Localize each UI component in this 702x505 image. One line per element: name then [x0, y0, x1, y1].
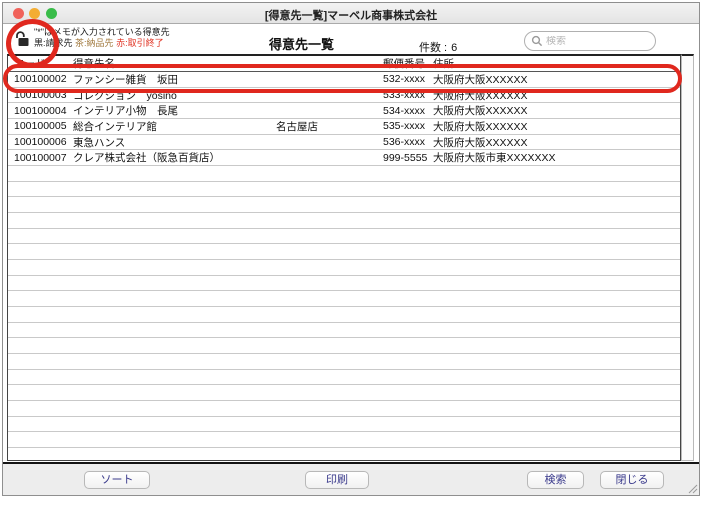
table-row-empty [8, 213, 680, 229]
annotation-row-highlight [3, 64, 682, 93]
record-count-value: 6 [451, 42, 457, 54]
sort-button[interactable]: ソート [84, 471, 150, 489]
legend-brown: 茶:納品先 [75, 38, 114, 48]
cell-code[interactable]: 100100004 [8, 105, 73, 117]
footer-bar: ソート 印刷 検索 閉じる [3, 462, 699, 495]
cell-name[interactable]: 総合インテリア館 [73, 119, 276, 134]
cell-name[interactable]: 東急ハンス [73, 135, 276, 150]
table-row-empty [8, 401, 680, 417]
search-box[interactable] [524, 31, 656, 51]
cell-postal[interactable]: 999-5555 [383, 152, 433, 164]
title-bar: [得意先一覧]マーベル商事株式会社 [3, 3, 699, 24]
table-row-empty [8, 323, 680, 339]
table-row-empty [8, 166, 680, 182]
print-button[interactable]: 印刷 [305, 471, 369, 489]
table-row-empty [8, 354, 680, 370]
cell-address[interactable]: 大阪府大阪XXXXXX [433, 119, 680, 134]
annotation-circle-lock [6, 19, 59, 68]
table-row-empty [8, 244, 680, 260]
search-button[interactable]: 検索 [527, 471, 584, 489]
close-button[interactable]: 閉じる [600, 471, 664, 489]
table-row-empty [8, 370, 680, 386]
cell-code[interactable]: 100100006 [8, 136, 73, 148]
table-row[interactable]: 100100006東急ハンス 536-xxxx大阪府大阪XXXXXX [8, 135, 680, 151]
customer-table: コード 得意先名 郵便番号 住所 100100002ファンシー雑貨 坂田532-… [7, 54, 681, 461]
table-row-empty [8, 338, 680, 354]
table-row-empty [8, 291, 680, 307]
page-title: 得意先一覧 [269, 34, 334, 53]
legend-red: 赤:取引終了 [116, 38, 164, 48]
table-row-empty [8, 385, 680, 401]
cell-name[interactable]: クレア株式会社（阪急百貨店） [73, 150, 276, 165]
table-row-empty [8, 276, 680, 292]
cell-address[interactable]: 大阪府大阪市東XXXXXXX [433, 150, 680, 165]
resize-grip-icon[interactable] [687, 483, 698, 494]
cell-address[interactable]: 大阪府大阪XXXXXX [433, 135, 680, 150]
table-row-empty [8, 307, 680, 323]
toolbar: "*"はメモが入力されている得意先 黒:請求先 茶:納品先 赤:取引終了 得意先… [3, 25, 699, 54]
search-input[interactable] [546, 36, 649, 47]
table-row-empty [8, 417, 680, 433]
cell-code[interactable]: 100100005 [8, 120, 73, 132]
table-row[interactable]: 100100004インテリア小物 長尾 534-xxxx大阪府大阪XXXXXX [8, 103, 680, 119]
table-row-empty [8, 260, 680, 276]
record-count: 件数 : 6 [419, 39, 457, 55]
cell-postal[interactable]: 535-xxxx [383, 120, 433, 132]
table-row[interactable]: 100100007クレア株式会社（阪急百貨店） 999-5555大阪府大阪市東XX… [8, 150, 680, 166]
table-row-empty [8, 182, 680, 198]
record-count-label: 件数 : [419, 42, 447, 54]
cell-postal[interactable]: 534-xxxx [383, 105, 433, 117]
table-row[interactable]: 100100005総合インテリア館名古屋店535-xxxx大阪府大阪XXXXXX [8, 119, 680, 135]
cell-branch[interactable]: 名古屋店 [276, 119, 383, 134]
cell-code[interactable]: 100100007 [8, 152, 73, 164]
search-icon [531, 35, 543, 47]
app-window: [得意先一覧]マーベル商事株式会社 "*"はメモが入力されている得意先 黒:請求… [2, 2, 700, 496]
cell-name[interactable]: インテリア小物 長尾 [73, 103, 276, 118]
cell-address[interactable]: 大阪府大阪XXXXXX [433, 103, 680, 118]
table-row-empty [8, 432, 680, 448]
window-title: [得意先一覧]マーベル商事株式会社 [3, 7, 699, 23]
cell-postal[interactable]: 536-xxxx [383, 136, 433, 148]
table-body: 100100002ファンシー雑貨 坂田532-xxxx大阪府大阪XXXXXX10… [8, 72, 680, 461]
table-row-empty [8, 197, 680, 213]
table-row-empty [8, 229, 680, 245]
vertical-scrollbar[interactable] [681, 54, 694, 461]
table-row-empty [8, 448, 680, 461]
